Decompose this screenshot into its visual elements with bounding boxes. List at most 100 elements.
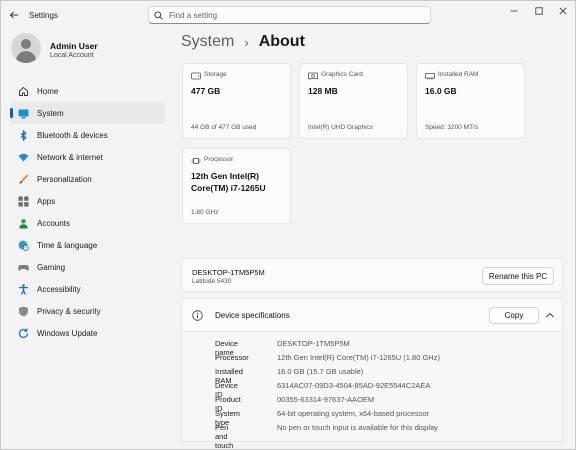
processor-card[interactable]: Processor 12th Gen Intel(R) Core(TM) i7-…	[182, 148, 291, 224]
sidebar-item-accounts[interactable]: Accounts	[10, 212, 165, 234]
storage-value: 477 GB	[191, 86, 221, 96]
user-name: Admin User	[50, 41, 98, 51]
sidebar-item-personalization[interactable]: Personalization	[10, 168, 165, 190]
graphics-card-label: Graphics Card	[321, 71, 363, 78]
processor-label: Processor	[204, 156, 234, 163]
globe-clock-icon	[18, 240, 29, 251]
sidebar-item-label: Network & internet	[37, 152, 103, 162]
graphics-card-model: Intel(R) UHD Graphics	[308, 124, 374, 131]
avatar-body	[16, 51, 36, 63]
sidebar-item-label: Personalization	[37, 174, 92, 184]
processor-icon	[191, 158, 201, 164]
sidebar-item-gaming[interactable]: Gaming	[10, 256, 165, 278]
spec-key: Processor	[215, 353, 249, 362]
chevron-up-icon[interactable]	[545, 311, 555, 319]
graphics-card-card[interactable]: Graphics Card 128 MB Intel(R) UHD Graphi…	[299, 63, 408, 139]
avatar	[11, 33, 41, 63]
processor-speed: 1.80 GHz	[191, 209, 219, 216]
search-box[interactable]	[148, 6, 431, 24]
pc-name: DESKTOP-1TM5P5M	[192, 268, 265, 277]
storage-usage: 44 GB of 477 GB used	[191, 124, 257, 131]
brush-icon	[18, 174, 29, 185]
device-specifications-header[interactable]: Device specifications Copy	[181, 298, 563, 332]
installed-ram-label: Installed RAM	[438, 71, 479, 78]
shield-icon	[18, 306, 29, 317]
app-title: Settings	[29, 11, 58, 20]
gamepad-icon	[18, 262, 29, 273]
title-bar: Settings	[1, 1, 576, 29]
apps-icon	[18, 196, 29, 207]
sidebar-item-accessibility[interactable]: Accessibility	[10, 278, 165, 300]
spec-key: Pen and touch	[215, 423, 234, 450]
sidebar-item-label: Privacy & security	[37, 306, 101, 316]
settings-window: Settings Admin User Local Account Home	[0, 0, 576, 450]
pc-model: Latitude 5430	[192, 278, 232, 285]
maximize-button[interactable]	[528, 4, 550, 18]
sidebar-item-label: System	[37, 108, 64, 118]
sidebar-item-home[interactable]: Home	[10, 80, 165, 102]
device-specifications-body: Device name DESKTOP-1TM5P5M Processor 12…	[181, 332, 563, 450]
sidebar-item-label: Home	[37, 86, 59, 96]
spec-value: No pen or touch input is available for t…	[277, 423, 438, 432]
minimize-icon	[510, 10, 518, 12]
sidebar-item-windows-update[interactable]: Windows Update	[10, 322, 165, 344]
device-specifications-title: Device specifications	[215, 311, 290, 320]
storage-label: Storage	[204, 71, 227, 78]
storage-card[interactable]: Storage 477 GB 44 GB of 477 GB used	[182, 63, 291, 139]
sidebar-item-apps[interactable]: Apps	[10, 190, 165, 212]
memory-icon	[425, 73, 435, 80]
accounts-icon	[18, 218, 29, 229]
info-icon	[192, 310, 203, 321]
sidebar-item-network[interactable]: Network & internet	[10, 146, 165, 168]
processor-value-line1: 12th Gen Intel(R)	[191, 171, 260, 181]
user-profile[interactable]: Admin User Local Account	[11, 33, 161, 65]
graphics-card-icon	[308, 72, 318, 80]
breadcrumb-separator: ›	[244, 34, 249, 50]
sidebar-item-privacy-security[interactable]: Privacy & security	[10, 300, 165, 322]
installed-ram-card[interactable]: Installed RAM 16.0 GB Speed: 3200 MT/s	[416, 63, 525, 139]
bluetooth-icon	[18, 129, 29, 141]
sidebar-nav: Home System Bluetooth & devices Network …	[10, 80, 165, 344]
spec-value: 6314AC07-09D3-4504-85AD-92E5544C2AEA	[277, 381, 431, 390]
search-input[interactable]	[169, 10, 409, 20]
network-icon	[18, 152, 29, 163]
account-type: Local Account	[50, 52, 94, 59]
device-name-row: DESKTOP-1TM5P5M Latitude 5430 Rename thi…	[181, 258, 563, 292]
accessibility-icon	[18, 283, 29, 295]
maximize-icon	[535, 7, 543, 15]
windows-update-icon	[18, 328, 29, 339]
sidebar-item-label: Bluetooth & devices	[37, 130, 108, 140]
home-icon	[18, 86, 29, 97]
sidebar-item-bluetooth[interactable]: Bluetooth & devices	[10, 124, 165, 146]
graphics-card-value: 128 MB	[308, 86, 338, 96]
close-icon	[559, 7, 567, 15]
breadcrumb-parent[interactable]: System	[181, 33, 234, 51]
spec-value: 00355-63314-97637-AAOEM	[277, 395, 375, 404]
sidebar-item-label: Accessibility	[37, 284, 81, 294]
spec-value: 16.0 GB (15.7 GB usable)	[277, 367, 364, 376]
sidebar-item-time-language[interactable]: Time & language	[10, 234, 165, 256]
page-title: About	[258, 33, 305, 50]
back-button[interactable]	[7, 8, 21, 22]
spec-value: 64-bit operating system, x64-based proce…	[277, 409, 430, 418]
avatar-head	[21, 39, 31, 49]
close-button[interactable]	[552, 4, 574, 18]
processor-value: 12th Gen Intel(R) Core(TM) i7-1265U	[191, 171, 266, 195]
copy-button[interactable]: Copy	[489, 307, 539, 324]
sidebar-item-label: Windows Update	[37, 328, 98, 338]
minimize-button[interactable]	[503, 4, 525, 18]
storage-icon	[191, 72, 201, 80]
search-icon	[154, 10, 163, 20]
ram-speed: Speed: 3200 MT/s	[425, 124, 479, 131]
sidebar-item-label: Apps	[37, 196, 56, 206]
sidebar-item-label: Time & language	[37, 240, 98, 250]
spec-value: DESKTOP-1TM5P5M	[277, 339, 350, 348]
rename-pc-button[interactable]: Rename this PC	[482, 267, 554, 285]
breadcrumb: System › About	[181, 33, 305, 51]
processor-value-line2: Core(TM) i7-1265U	[191, 182, 266, 193]
back-arrow-icon	[9, 11, 18, 19]
sidebar-item-label: Accounts	[37, 218, 70, 228]
sidebar-item-system[interactable]: System	[10, 102, 165, 124]
system-icon	[18, 108, 29, 119]
sidebar-item-label: Gaming	[37, 262, 66, 272]
